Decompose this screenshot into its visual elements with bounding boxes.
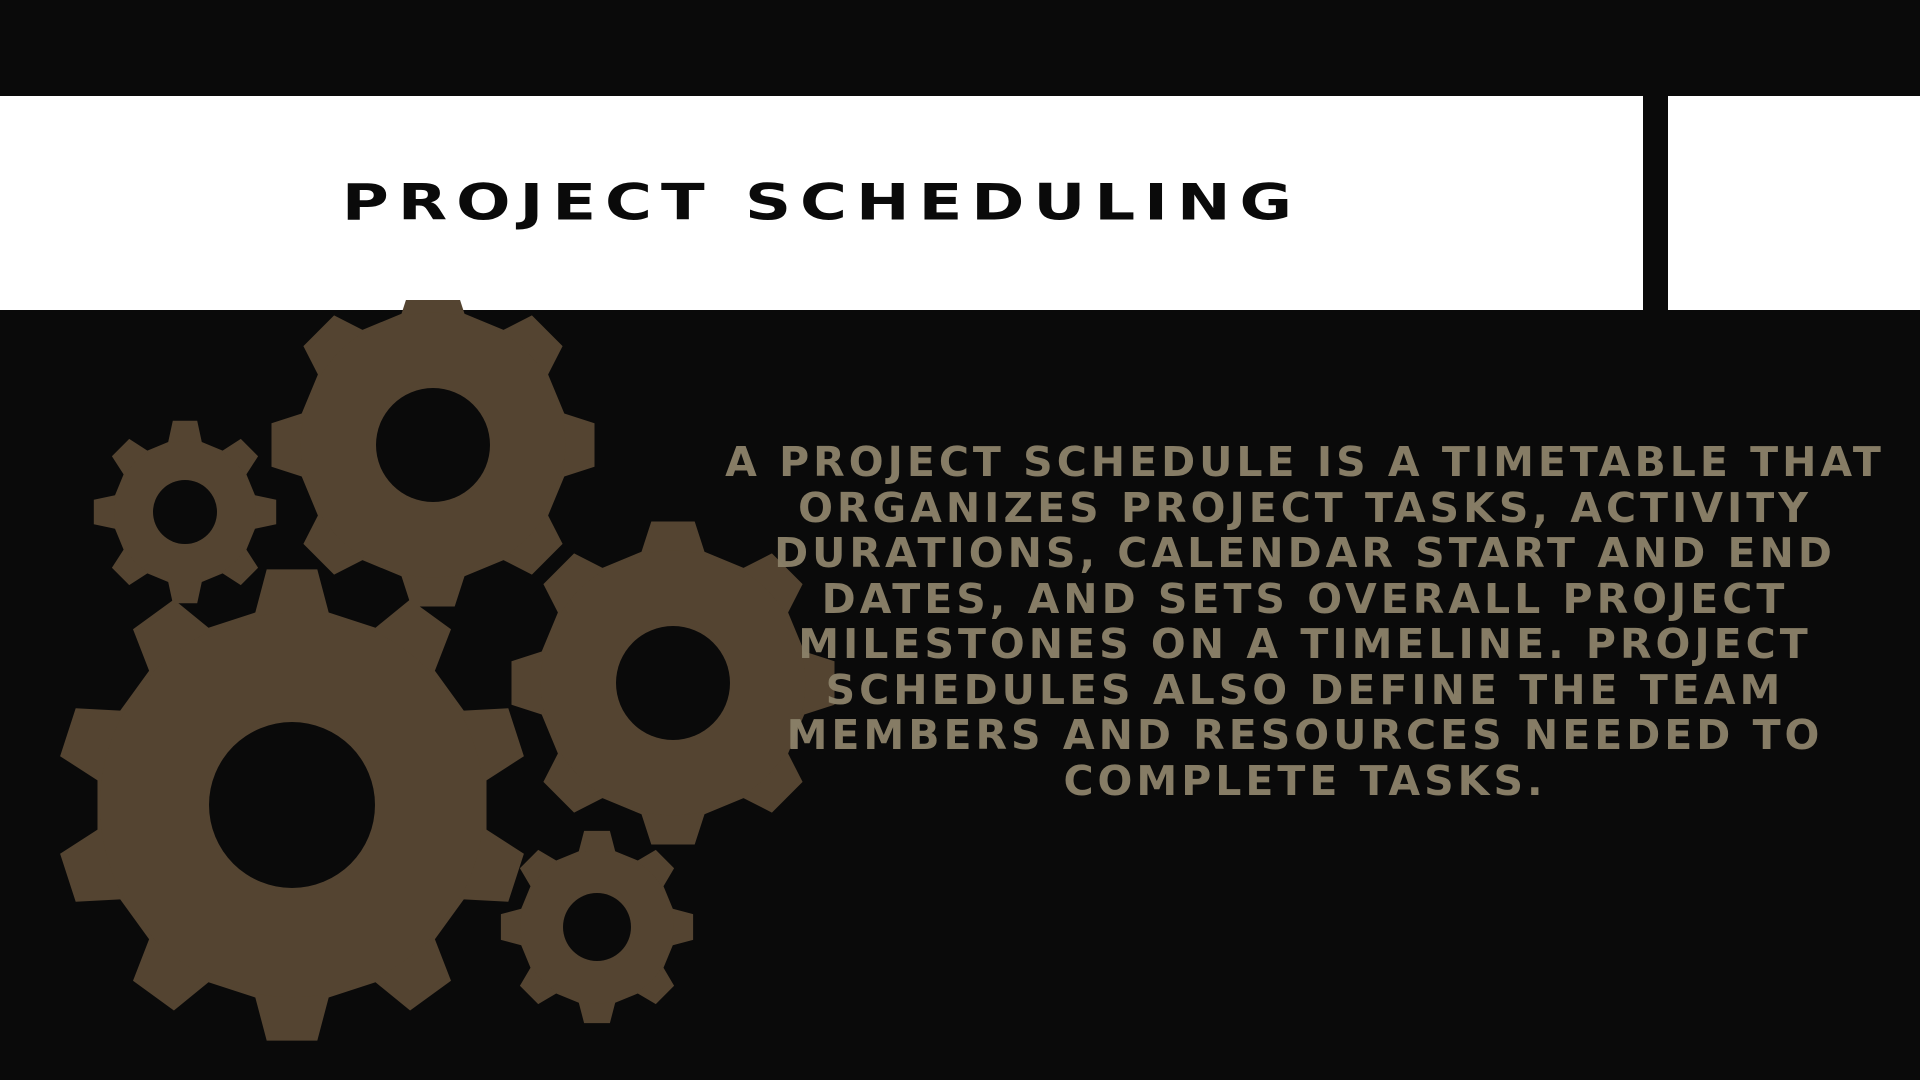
page-title: PROJECT SCHEDULING xyxy=(341,174,1302,232)
title-banner: PROJECT SCHEDULING xyxy=(0,96,1643,310)
body-text: A PROJECT SCHEDULE IS A TIMETABLE THAT O… xyxy=(725,438,1885,805)
gear-icon-small-bottom xyxy=(500,830,694,1024)
banner-side-block xyxy=(1668,96,1920,310)
gear-icon-small-left xyxy=(93,420,277,604)
slide: PROJECT SCHEDULING A PROJECT SCHEDULE IS… xyxy=(0,0,1920,1080)
gear-icon-top xyxy=(271,300,595,607)
gear-icon-large xyxy=(60,569,524,1041)
